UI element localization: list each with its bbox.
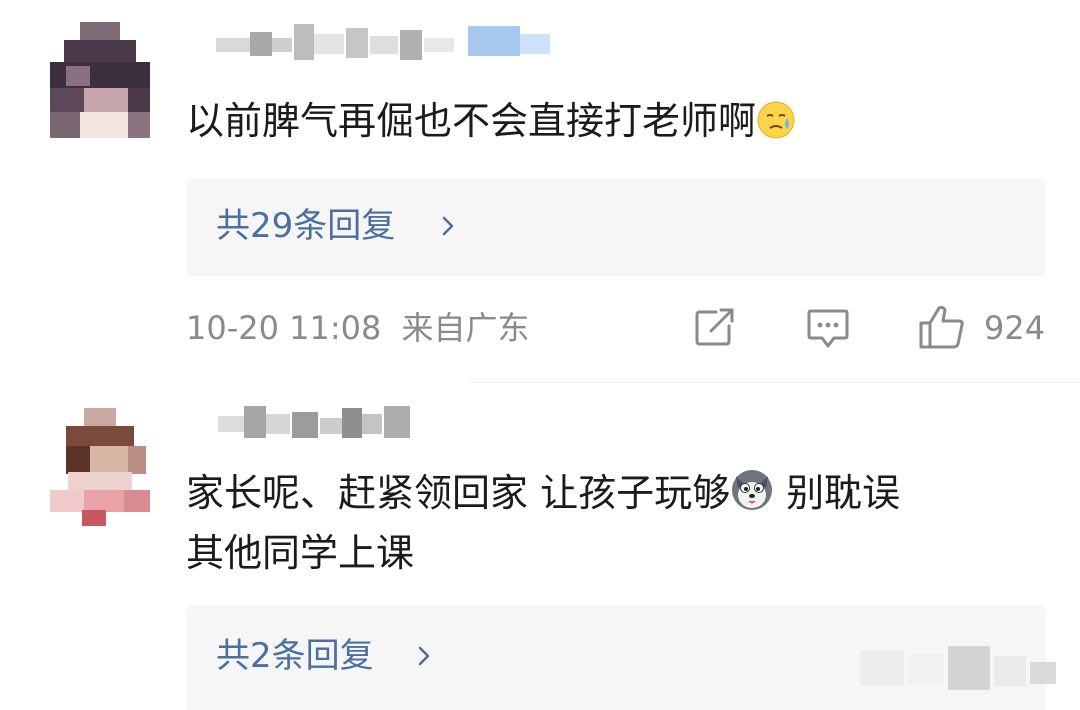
username[interactable] <box>212 402 422 442</box>
comment-text-line1: 家长呢、赶紧领回家 让孩子玩够 <box>186 471 731 515</box>
comment-text-line2: 其他同学上课 <box>186 531 415 575</box>
comment-text: 家长呢、赶紧领回家 让孩子玩够 别耽误 其他同学上课 <box>186 466 900 580</box>
watermark <box>860 646 1060 690</box>
replies-link[interactable]: 共2条回复 <box>216 634 374 678</box>
chevron-right-icon <box>418 646 430 666</box>
comment-text-line1-tail: 别耽误 <box>774 471 901 515</box>
husky-dog-emoji <box>730 468 774 526</box>
avatar[interactable] <box>50 408 150 528</box>
comment-item: 家长呢、赶紧领回家 让孩子玩够 别耽误 其他同学上课 共2条回复 <box>0 0 1080 710</box>
